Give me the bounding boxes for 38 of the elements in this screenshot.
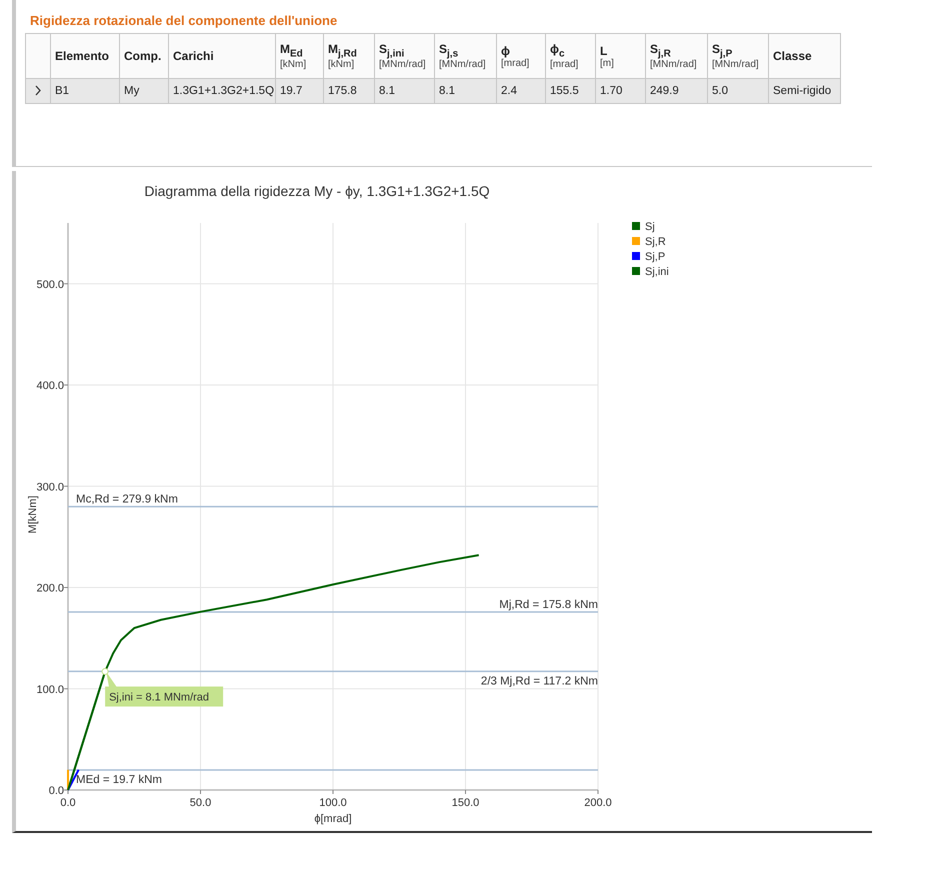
table-cell: 1.3G1+1.3G2+1.5Q (168, 78, 276, 104)
callout-label: Sj,ini = 8.1 MNm/rad (105, 672, 224, 707)
table-cell: 8.1 (374, 78, 434, 104)
reference-line-label: Mc,Rd = 279.9 kNm (76, 494, 178, 506)
y-tick-label: 400.0 (36, 380, 64, 392)
legend-label: Sj,ini (645, 266, 669, 278)
x-tick-label: 0.0 (60, 797, 76, 809)
x-tick-label: 200.0 (584, 797, 612, 809)
table-cell: 155.5 (546, 78, 596, 104)
y-tick-label: 200.0 (36, 582, 64, 594)
x-tick-label: 150.0 (452, 797, 480, 809)
table-cell: 1.70 (596, 78, 646, 104)
table-cell: 175.8 (324, 78, 374, 104)
section-title: Rigidezza rotazionale del componente dell'unione (30, 13, 338, 28)
table-cell: My (120, 78, 168, 104)
x-axis-title: ϕ[mrad] (314, 813, 352, 825)
reference-line-label: MEd = 19.7 kNm (76, 774, 162, 786)
table-cell: 249.9 (646, 78, 708, 104)
legend-label: Sj (645, 221, 655, 233)
table-cell: B1 (50, 78, 120, 104)
y-tick-label: 0.0 (48, 785, 64, 797)
x-tick-label: 100.0 (319, 797, 347, 809)
y-axis-title: M[kNm] (27, 496, 39, 534)
table-cell: 5.0 (708, 78, 768, 104)
table-cell: 19.7 (276, 78, 324, 104)
legend-label: Sj,R (645, 236, 666, 248)
x-tick-label: 50.0 (190, 797, 212, 809)
table-cell: Semi-rigido (768, 78, 840, 104)
reference-line-label: 2/3 Mj,Rd = 117.2 kNm (480, 675, 598, 688)
y-tick-label: 500.0 (36, 278, 64, 291)
table-cell: 2.4 (496, 78, 546, 104)
legend-label: Sj,P (645, 251, 666, 263)
table-cell: 8.1 (434, 78, 496, 104)
reference-line-label: Mj,Rd = 175.8 kNm (499, 599, 598, 611)
chart-title: Diagramma della rigidezza My - ϕy, 1.3G1+1.3G2+1.5Q (144, 183, 490, 199)
y-tick-label: 300.0 (36, 481, 64, 494)
y-tick-label: 100.0 (36, 684, 64, 696)
annotation: Sj,ini = 8.1 MNm/rad (109, 692, 210, 704)
